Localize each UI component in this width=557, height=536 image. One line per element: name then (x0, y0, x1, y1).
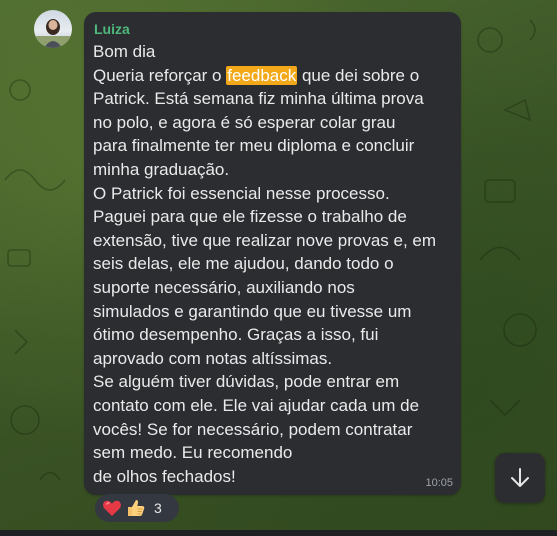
thumbs-up-icon[interactable] (125, 497, 147, 519)
message-text: Bom dia Queria reforçar o feedback que d… (93, 40, 453, 488)
reaction-count: 3 (154, 500, 162, 516)
message-line: Bom dia (93, 42, 156, 61)
message-line: extensão, tive que realizar nove provas … (93, 230, 437, 250)
message-line: ótimo desempenho. Graças a isso, fui (93, 325, 379, 345)
reactions-pill[interactable]: 3 (95, 494, 179, 522)
message-bubble[interactable]: Luiza Bom dia Queria reforçar o feedback… (84, 12, 461, 495)
avatar-photo-icon (34, 19, 72, 48)
message-line: Se alguém tiver dúvidas, pode entrar em (93, 372, 400, 392)
message-line: O Patrick foi essencial nesse processo. (93, 183, 390, 203)
scroll-to-bottom-button[interactable] (495, 453, 545, 503)
message-line: simulados e garantindo que eu tivesse um (93, 301, 412, 321)
message-line: Queria reforçar o feedback que dei sobre… (93, 64, 453, 88)
message-line: para finalmente ter meu diploma e conclu… (93, 136, 415, 156)
red-heart-icon[interactable] (101, 497, 123, 519)
message-line: aprovado com notas altíssimas. (93, 348, 333, 368)
message-text-segment: Queria reforçar o (93, 65, 227, 85)
message-line: suporte necessário, auxiliando nos (93, 277, 355, 297)
sender-name[interactable]: Luiza (94, 21, 130, 37)
arrow-down-icon (511, 468, 529, 487)
message-line: vocês! Se for necessário, podem contrata… (93, 419, 413, 439)
message-line: Patrick. Está semana fiz minha última pr… (93, 89, 424, 109)
message-line: seis delas, ele me ajudou, dando todo o (93, 254, 394, 274)
message-line: sem medo. Eu recomendo (93, 443, 293, 463)
highlighted-word: feedback (226, 65, 298, 85)
message-text-segment: que dei sobre o (297, 65, 420, 85)
message-line: no polo, e agora é só esperar colar grau (93, 112, 396, 132)
composer-edge (0, 530, 557, 536)
message-line: de olhos fechados! (93, 466, 236, 486)
sender-avatar[interactable] (34, 10, 72, 48)
message-line: contato com ele. Ele vai ajudar cada um … (93, 395, 420, 415)
message-line: minha graduação. (93, 159, 230, 179)
message-time: 10:05 (425, 477, 453, 489)
message-line: Paguei para que ele fizesse o trabalho d… (93, 207, 407, 227)
